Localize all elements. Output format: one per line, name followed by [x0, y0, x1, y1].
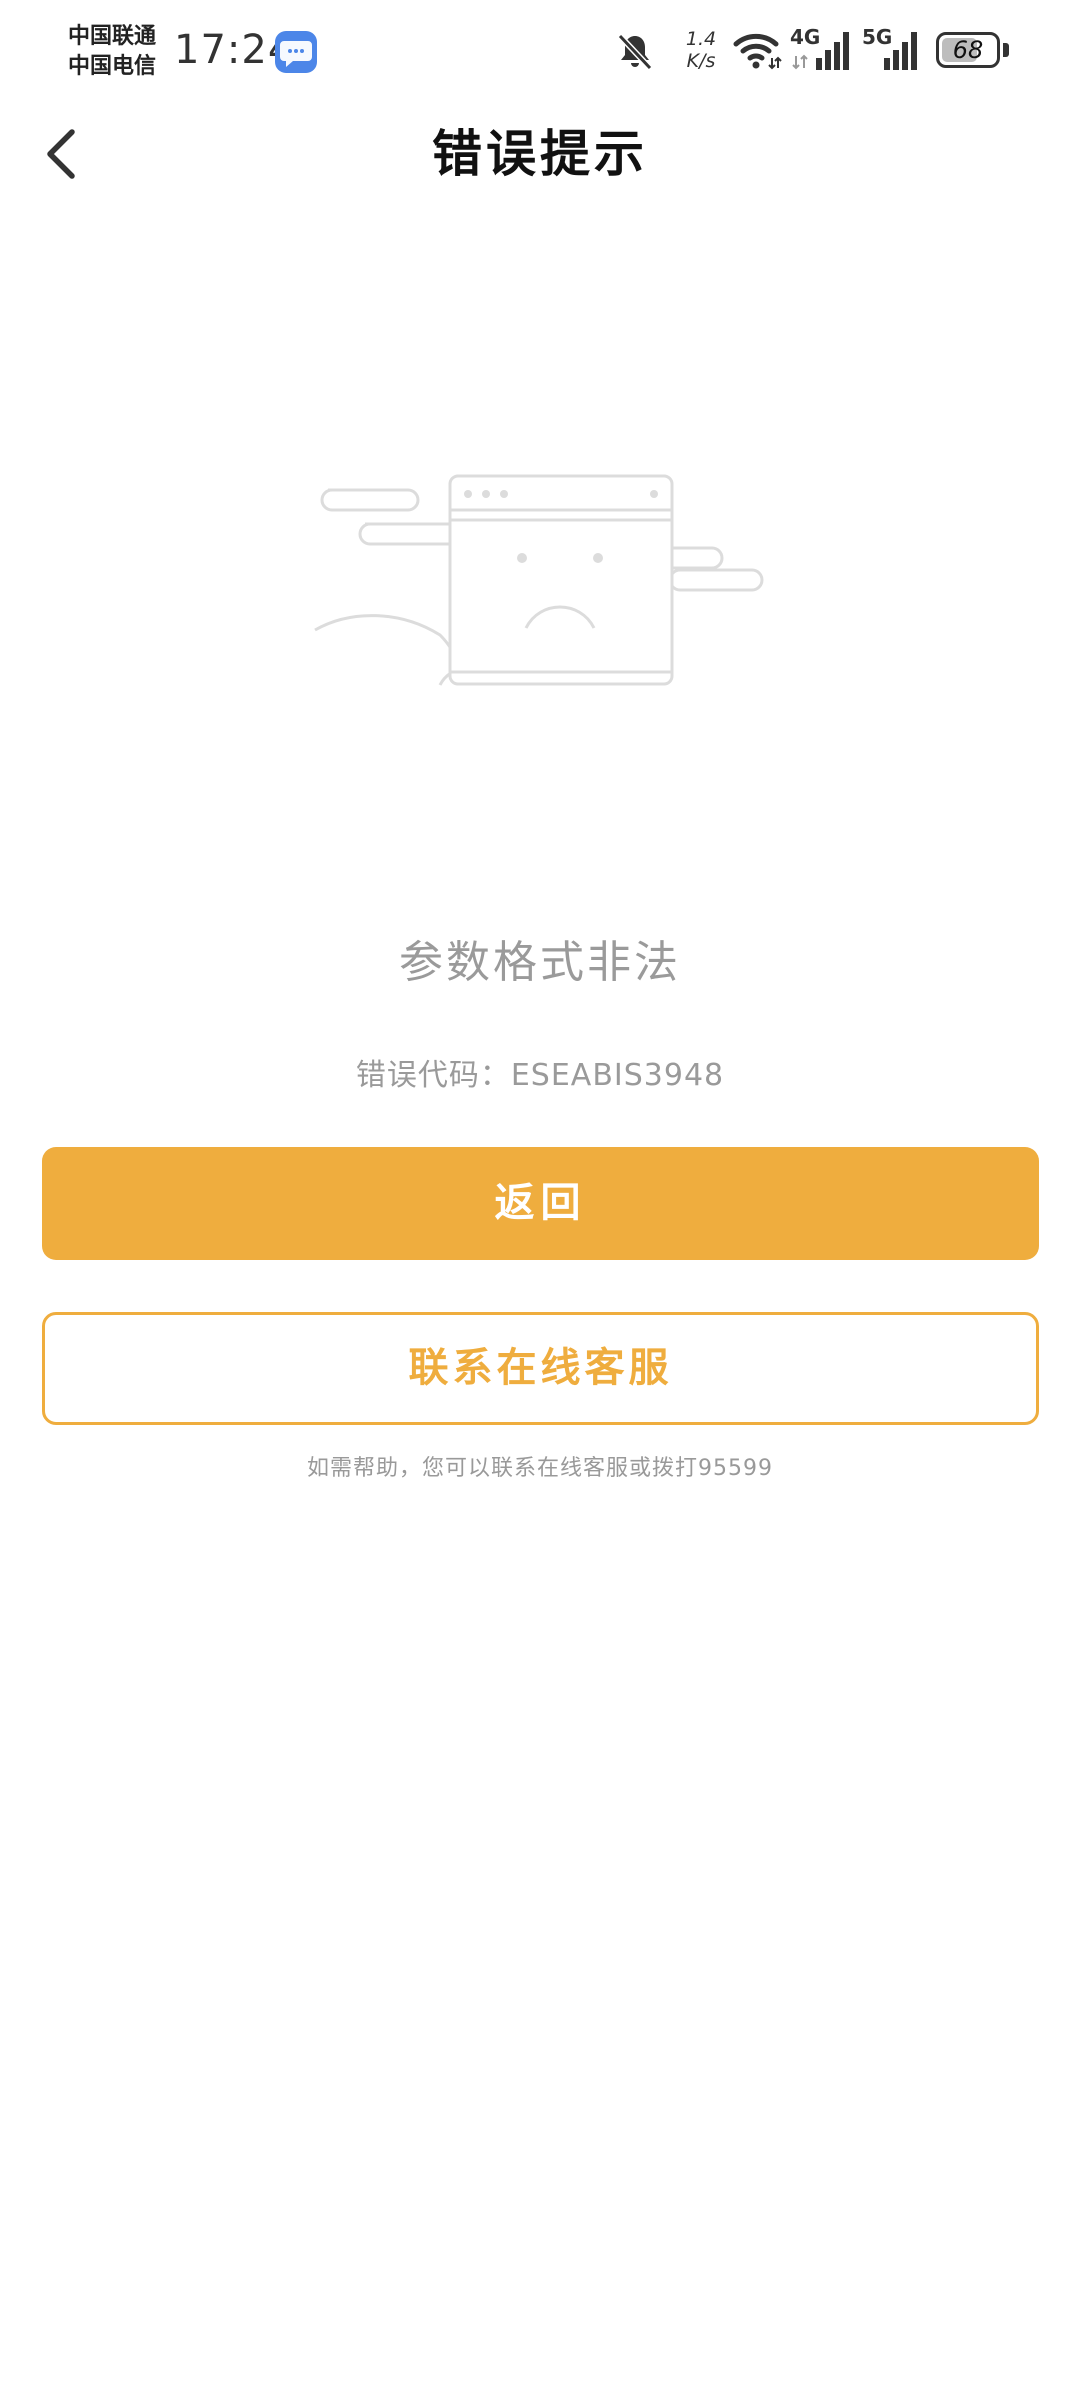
- battery-icon: 68: [936, 32, 1000, 68]
- battery-level: 68: [952, 36, 984, 64]
- help-text: 如需帮助，您可以联系在线客服或拨打95599: [307, 1456, 773, 1481]
- contact-service-button[interactable]: 联系在线客服: [42, 1312, 1039, 1425]
- message-app-icon: [275, 31, 317, 73]
- bell-muted-icon: [614, 30, 656, 72]
- net-speed-unit: K/s: [686, 50, 716, 72]
- carrier-2-label: 中国电信: [68, 54, 157, 79]
- sad-browser-window-icon: [300, 460, 780, 700]
- wifi-icon: [732, 28, 784, 72]
- signal-4g-icon: 4G: [790, 26, 856, 72]
- status-bar: 中国联通 中国电信 17:24 1.4 K/s 4G 5G 68: [0, 0, 1080, 100]
- error-code-label: 错误代码：: [355, 1058, 511, 1093]
- error-code-value: ESEABIS3948: [510, 1058, 725, 1093]
- carrier-1-label: 中国联通: [68, 24, 157, 49]
- net-speed: 1.4 K/s: [678, 28, 724, 72]
- net-speed-value: 1.4: [685, 28, 717, 50]
- error-code-row: 错误代码：ESEABIS3948: [0, 1056, 1080, 1096]
- error-message: 参数格式非法: [399, 937, 681, 988]
- signal-5g-icon: 5G: [862, 26, 924, 72]
- page-title: 错误提示: [432, 125, 648, 183]
- nav-header: 错误提示: [0, 100, 1080, 210]
- back-action-button[interactable]: 返回: [42, 1147, 1039, 1260]
- carrier-info: 中国联通 中国电信: [68, 22, 156, 82]
- battery-tip: [1003, 43, 1009, 57]
